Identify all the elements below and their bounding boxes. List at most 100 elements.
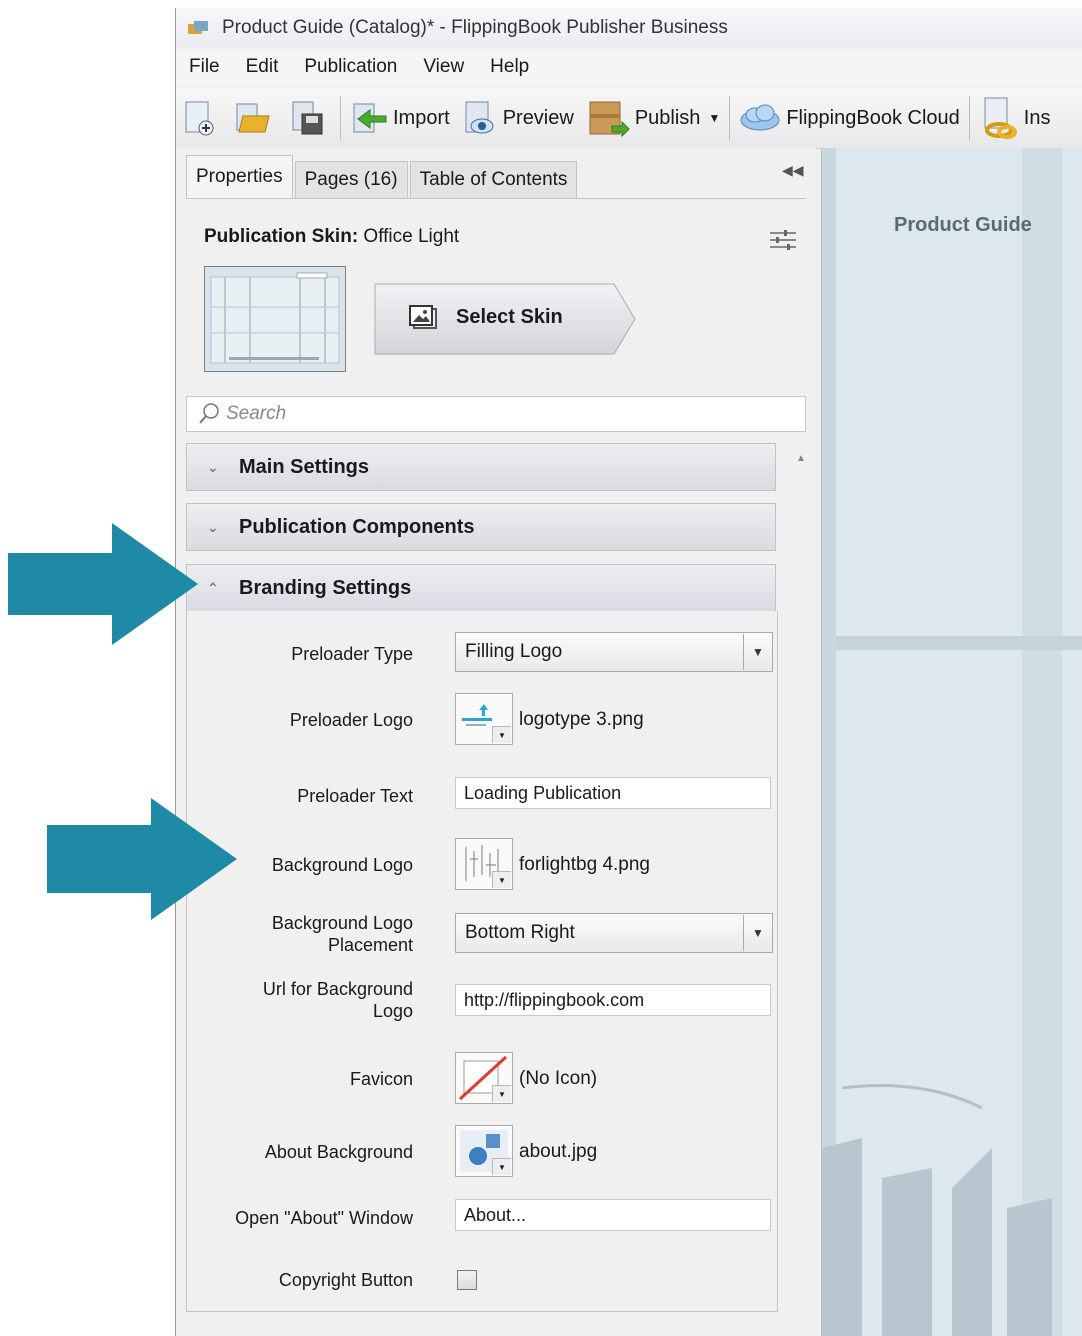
background-logo-placement-label: Background Logo Placement [272,912,413,956]
save-icon [292,101,323,135]
copyright-button-label: Copyright Button [278,1270,413,1290]
background-logo-placement-select[interactable]: Bottom Right ▼ [455,913,773,953]
menu-publication[interactable]: Publication [291,56,410,78]
publication-skin-value: Office Light [363,226,460,247]
import-button[interactable]: Import [344,90,456,146]
tab-divider [186,198,806,199]
panel-tabs: Properties Pages (16) Table of Contents [186,155,579,198]
section-publication-components-label: Publication Components [239,515,475,538]
save-project-button[interactable] [284,90,337,146]
callout-arrow-background-logo-icon [47,798,237,920]
callout-arrow-branding-icon [8,523,198,645]
insert-button[interactable]: Ins [973,90,1057,146]
background-logo-placement-label-line1: Background Logo [271,913,413,933]
background-logo-placement-label-line2: Placement [327,935,413,955]
chevron-down-icon: ⌄ [207,518,219,535]
skin-settings-icon[interactable] [768,228,798,252]
publish-button[interactable]: Publish ▼ [580,90,727,146]
preview-button[interactable]: Preview [456,90,580,146]
publication-preview[interactable]: Product Guide [821,148,1082,1336]
chevron-down-icon: ⌄ [207,458,219,475]
background-logo-url-label: Url for Background Logo [263,978,413,1022]
preloader-type-value: Filling Logo [465,641,563,662]
new-document-icon [185,101,214,136]
preloader-logo-picker[interactable]: ▼ [455,693,513,745]
new-project-button[interactable] [176,90,227,146]
section-branding-settings-label: Branding Settings [239,576,412,599]
application-window: Product Guide (Catalog)* - FlippingBook … [175,8,1082,1336]
cloud-label: FlippingBook Cloud [786,106,960,129]
skin-preview-image [205,267,345,371]
open-folder-icon [236,103,270,133]
menu-bar: File Edit Publication View Help [176,50,1082,84]
about-window-input[interactable]: About... [455,1199,771,1231]
favicon-value: (No Icon) [519,1068,598,1089]
background-logo-label: Background Logo [271,855,413,875]
background-logo-picker[interactable]: ▼ [455,838,513,890]
background-logo-placement-value: Bottom Right [465,922,575,943]
toolbar-separator [729,96,731,140]
menu-view[interactable]: View [410,56,477,78]
background-logo-url-input[interactable]: http://flippingbook.com [455,984,771,1016]
publish-dropdown-arrow-icon[interactable]: ▼ [708,111,720,125]
tab-pages[interactable]: Pages (16) [294,161,408,198]
background-logo-url-label-line2: Logo [372,1001,413,1021]
toolbar-separator [968,96,970,140]
chevron-down-icon: ▼ [492,726,511,743]
publish-icon [589,101,630,138]
preloader-type-label: Preloader Type [291,644,413,664]
tab-table-of-contents[interactable]: Table of Contents [409,161,578,198]
window-title: Product Guide (Catalog)* - FlippingBook … [222,17,728,38]
import-icon [353,103,387,133]
about-background-filename: about.jpg [519,1141,598,1162]
properties-panel: Properties Pages (16) Table of Contents … [176,148,816,1336]
branding-settings-body: Preloader Type Filling Logo ▼ Preloader … [186,611,778,1312]
skin-gallery-icon [409,305,437,329]
preloader-type-select[interactable]: Filling Logo ▼ [455,632,773,672]
copyright-button-checkbox[interactable] [457,1270,477,1290]
section-branding-settings[interactable]: ⌃ Branding Settings [186,564,776,612]
preloader-logo-label: Preloader Logo [289,710,413,730]
chevron-down-icon: ▼ [492,871,511,888]
about-window-label: Open "About" Window [235,1208,413,1228]
chevron-down-icon: ▼ [492,1085,511,1102]
section-main-settings[interactable]: ⌄ Main Settings [186,443,776,491]
favicon-picker[interactable]: ▼ [455,1052,513,1104]
cloud-icon [740,104,780,131]
chevron-down-icon: ▼ [743,915,772,951]
background-logo-url-label-line1: Url for Background [262,979,413,999]
menu-help[interactable]: Help [477,56,542,78]
menu-edit[interactable]: Edit [233,56,292,78]
search-input[interactable]: Search [186,396,806,432]
insert-link-icon [984,97,1017,139]
select-skin-button[interactable]: Select Skin [374,283,636,355]
preloader-text-input[interactable]: Loading Publication [455,777,771,809]
scroll-up-icon[interactable]: ▲ [796,453,806,464]
publication-skin-row: Publication Skin: Office Light [204,226,460,247]
chevron-up-icon: ⌃ [207,579,219,596]
preview-background-image [822,148,1082,1336]
toolbar: Import Preview Publish ▼ FlippingBook Cl… [176,88,1082,149]
section-main-settings-label: Main Settings [239,455,370,478]
publication-skin-label: Publication Skin [204,226,352,247]
search-icon [199,403,219,424]
chevron-down-icon: ▼ [743,634,772,670]
preloader-logo-filename: logotype 3.png [519,709,644,730]
menu-file[interactable]: File [176,56,233,78]
preview-label: Preview [502,106,574,129]
about-background-label: About Background [264,1142,413,1162]
section-publication-components[interactable]: ⌄ Publication Components [186,503,776,551]
tab-properties[interactable]: Properties [186,155,293,198]
collapse-panel-icon[interactable]: ◀◀ [782,162,804,179]
select-skin-label: Select Skin [456,306,563,328]
favicon-label: Favicon [349,1069,413,1089]
flippingbook-cloud-button[interactable]: FlippingBook Cloud [733,90,965,146]
publish-label: Publish [634,106,701,129]
toolbar-separator [340,96,341,140]
app-icon [188,21,208,34]
open-project-button[interactable] [227,90,284,146]
about-background-picker[interactable]: ▼ [455,1125,513,1177]
preloader-text-label: Preloader Text [297,786,413,806]
title-bar: Product Guide (Catalog)* - FlippingBook … [176,8,1082,48]
skin-thumbnail[interactable] [204,266,346,372]
